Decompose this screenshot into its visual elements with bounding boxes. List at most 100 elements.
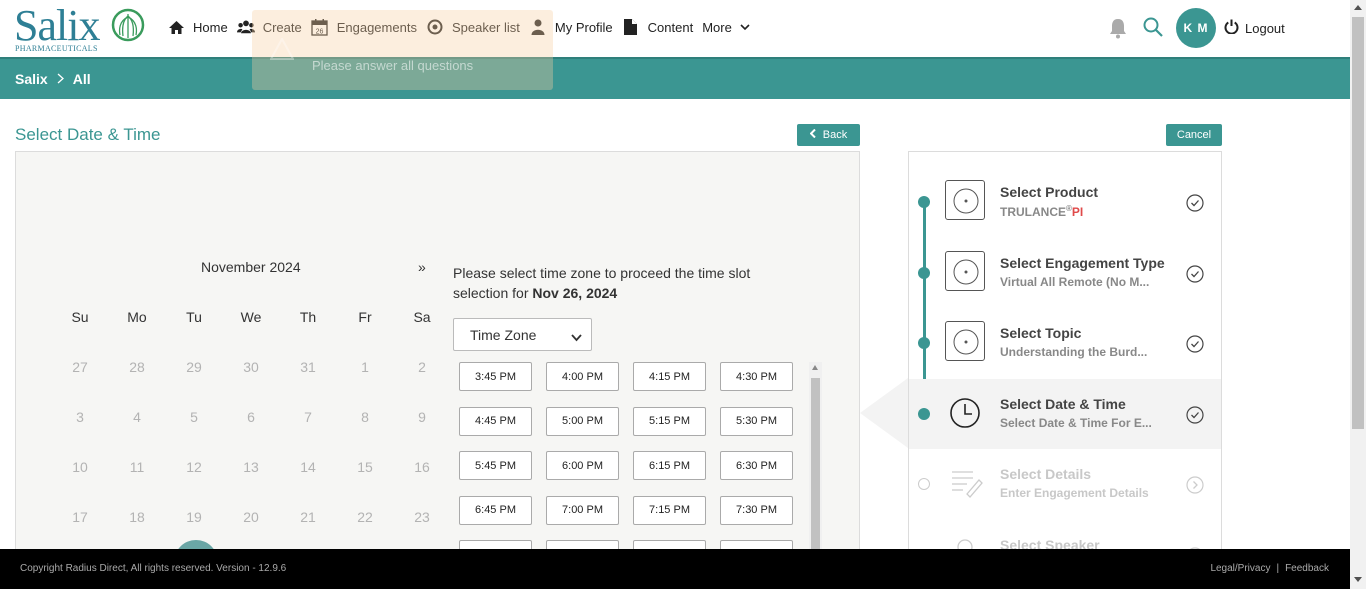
timeslot-button[interactable]: 5:00 PM: [546, 406, 619, 436]
calendar-day[interactable]: 22: [345, 509, 385, 525]
breadcrumb-current: All: [72, 71, 91, 87]
calendar-day[interactable]: 17: [60, 509, 100, 525]
weekday-header: We: [240, 309, 262, 325]
timeslot-button[interactable]: 5:30 PM: [720, 406, 793, 436]
timeslot-button[interactable]: 4:45 PM: [459, 406, 532, 436]
calendar-day[interactable]: 4: [117, 409, 157, 425]
timeslot-button[interactable]: 5:45 PM: [459, 451, 532, 480]
nav-content[interactable]: Content: [622, 18, 693, 36]
timezone-select[interactable]: Time Zone: [453, 318, 592, 351]
check-circle-icon: [1186, 405, 1204, 429]
weekday-header: Mo: [127, 309, 147, 325]
calendar-day[interactable]: 23: [402, 509, 442, 525]
step-subtitle-text: Enter Engagement Details: [1000, 486, 1149, 500]
check-circle-icon: [1186, 194, 1204, 217]
calendar-day[interactable]: 16: [402, 459, 442, 475]
step-title: Select Engagement Type: [1000, 254, 1165, 271]
chevron-left-icon: [809, 128, 816, 141]
timeslot-button[interactable]: 6:45 PM: [459, 495, 532, 525]
nav-home[interactable]: Home: [167, 18, 228, 36]
calendar-day[interactable]: 1: [345, 359, 385, 375]
wizard-step[interactable]: Select Product TRULANCE®PI: [909, 167, 1221, 237]
logo-subtitle: PHARMACEUTICALS: [15, 44, 98, 53]
wizard-step[interactable]: Select Date & Time Select Date & Time For…: [909, 378, 1221, 449]
form-icon: [945, 462, 985, 502]
search-icon[interactable]: [1143, 17, 1163, 42]
wizard-step[interactable]: Select Engagement Type Virtual All Remote…: [909, 238, 1221, 308]
timeslot-button[interactable]: 6:15 PM: [633, 451, 706, 480]
timeslot-button[interactable]: 5:15 PM: [633, 406, 706, 436]
nav-more[interactable]: More: [702, 20, 750, 35]
page-scroll-thumb[interactable]: [1352, 17, 1364, 429]
step-status-dot: [918, 196, 930, 208]
calendar-day[interactable]: 21: [288, 509, 328, 525]
top-navigation: Salix PHARMACEUTICALS Home Create 26 Eng…: [0, 0, 1350, 57]
step-title: Select Date & Time: [1000, 395, 1126, 412]
timeslot-button[interactable]: 7:30 PM: [720, 495, 793, 525]
timeslot-button[interactable]: 4:30 PM: [720, 362, 793, 391]
scroll-down-arrow-icon[interactable]: [1354, 577, 1362, 582]
timeslot-button[interactable]: 7:15 PM: [633, 495, 706, 525]
salix-logo[interactable]: Salix PHARMACEUTICALS: [14, 1, 149, 54]
logout-label: Logout: [1245, 20, 1285, 36]
timeslot-button[interactable]: 4:00 PM: [546, 362, 619, 391]
cancel-button[interactable]: Cancel: [1166, 124, 1222, 146]
step-subtitle: Understanding the Burd...: [1000, 345, 1147, 359]
chevron-down-icon: [740, 23, 750, 31]
page-scrollbar[interactable]: [1350, 0, 1366, 589]
back-button[interactable]: Back: [797, 124, 860, 146]
step-status-dot: [918, 407, 930, 420]
avatar[interactable]: K M: [1176, 8, 1216, 48]
wizard-step[interactable]: Select Details Enter Engagement Details: [909, 449, 1221, 519]
step-status-dot: [918, 266, 930, 279]
calendar-day[interactable]: 18: [117, 509, 157, 525]
calendar-next-button[interactable]: »: [418, 259, 426, 275]
timeslot-button[interactable]: 4:15 PM: [633, 362, 706, 391]
calendar-day[interactable]: 6: [231, 409, 271, 425]
calendar-day[interactable]: 12: [174, 459, 214, 475]
calendar-day[interactable]: 7: [288, 409, 328, 425]
weekday-header: Tu: [186, 309, 202, 325]
step-subtitle: TRULANCE®PI: [1000, 204, 1083, 219]
calendar-day[interactable]: 2: [402, 359, 442, 375]
footer-links: Legal/Privacy | Feedback: [1210, 563, 1329, 574]
calendar-day[interactable]: 28: [117, 359, 157, 375]
calendar-day[interactable]: 11: [117, 459, 157, 475]
legal-privacy-link[interactable]: Legal/Privacy: [1210, 563, 1270, 574]
calendar-day[interactable]: 14: [288, 459, 328, 475]
calendar-day[interactable]: 10: [60, 459, 100, 475]
timeslot-button[interactable]: 7:00 PM: [546, 495, 619, 525]
weekday-header: Th: [299, 309, 317, 325]
calendar-day[interactable]: 8: [345, 409, 385, 425]
timeslot-button[interactable]: 6:00 PM: [546, 451, 619, 480]
chevron-right-circle-icon: [1186, 476, 1204, 499]
prescribing-info-link[interactable]: PI: [1072, 205, 1083, 219]
feedback-link[interactable]: Feedback: [1285, 563, 1329, 574]
selected-date: Nov 26, 2024: [532, 285, 618, 301]
calendar-day[interactable]: 30: [231, 359, 271, 375]
scroll-up-arrow-icon[interactable]: [1354, 5, 1362, 10]
step-status-dot: [918, 337, 930, 349]
timeslot-scroll-thumb[interactable]: [811, 378, 820, 572]
timeslot-button[interactable]: 3:45 PM: [459, 362, 532, 391]
timeslot-button[interactable]: 6:30 PM: [720, 451, 793, 480]
timeslot-scrollbar[interactable]: [809, 362, 822, 572]
calendar-day[interactable]: 19: [174, 509, 214, 525]
calendar-day[interactable]: 20: [231, 509, 271, 525]
logout-button[interactable]: Logout: [1224, 19, 1285, 37]
calendar-day[interactable]: 9: [402, 409, 442, 425]
page: Salix PHARMACEUTICALS Home Create 26 Eng…: [0, 0, 1366, 589]
calendar-day[interactable]: 5: [174, 409, 214, 425]
bell-icon[interactable]: [1108, 17, 1128, 44]
calendar-day[interactable]: 3: [60, 409, 100, 425]
scroll-up-arrow-icon[interactable]: [812, 365, 818, 370]
calendar-day[interactable]: 31: [288, 359, 328, 375]
calendar-day[interactable]: 27: [60, 359, 100, 375]
breadcrumb-root[interactable]: Salix: [15, 71, 48, 87]
calendar-day[interactable]: 15: [345, 459, 385, 475]
breadcrumb-bar: Salix All: [0, 57, 1350, 99]
calendar-day[interactable]: 13: [231, 459, 271, 475]
calendar-day[interactable]: 29: [174, 359, 214, 375]
date-time-panel: November 2024 » Su Mo Tu We Th Fr Sa 27 28 29 30 3…: [15, 151, 860, 584]
wizard-step[interactable]: Select Topic Understanding the Burd...: [909, 308, 1221, 378]
